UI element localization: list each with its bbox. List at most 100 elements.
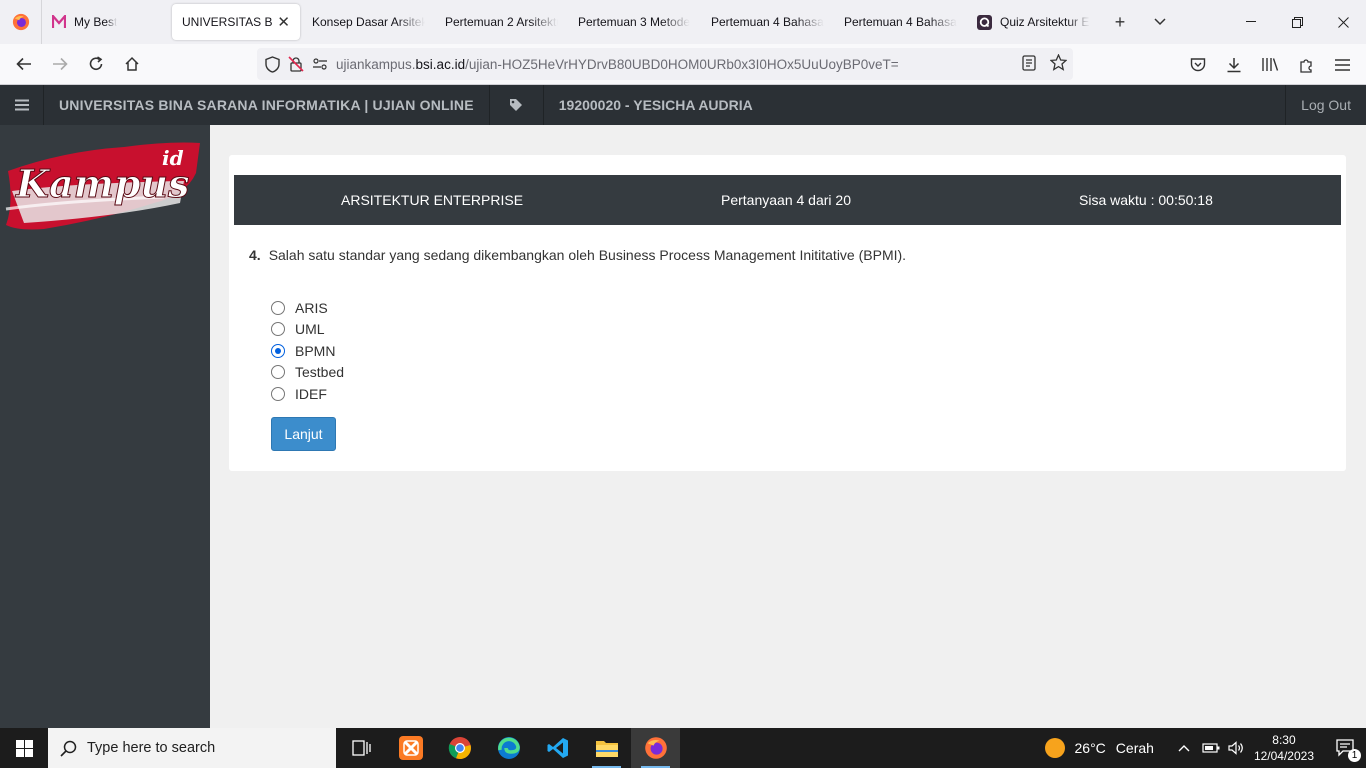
tab-label: Pertemuan 4 Bahasa (844, 15, 957, 29)
volume-icon[interactable] (1228, 741, 1244, 755)
radio-button[interactable] (271, 365, 285, 380)
forward-icon[interactable] (42, 48, 78, 80)
menu-hamburger-icon[interactable] (1324, 58, 1360, 71)
tab-pertemuan-3[interactable]: Pertemuan 3 Metode (568, 0, 701, 44)
option-label: BPMN (295, 342, 336, 359)
weather-desc: Cerah (1115, 740, 1154, 756)
url-text: ujiankampus.bsi.ac.id/ujian-HOZ5HeVrHYDr… (336, 57, 899, 72)
extensions-icon[interactable] (1288, 57, 1324, 73)
permissions-icon[interactable] (312, 58, 328, 70)
library-icon[interactable] (1252, 57, 1288, 72)
windows-start-icon[interactable] (0, 728, 48, 768)
new-tab-icon[interactable]: + (1100, 0, 1140, 44)
clock[interactable]: 8:30 12/04/2023 (1254, 732, 1314, 764)
firefox-taskbar-icon[interactable] (631, 728, 680, 768)
tab-label: My Best (74, 15, 118, 29)
windows-taskbar: Type here to search 26°C Cerah 8:30 12/0… (0, 728, 1366, 768)
tab-universitas-bina-sarana[interactable]: UNIVERSITAS BINA SARANA ✕ (172, 4, 300, 40)
tab-konsep-dasar[interactable]: Konsep Dasar Arsitektur (302, 0, 435, 44)
clock-time: 8:30 (1272, 733, 1296, 747)
firefox-icon (12, 13, 29, 31)
address-bar[interactable]: ujiankampus.bsi.ac.id/ujian-HOZ5HeVrHYDr… (257, 48, 1073, 80)
option-aris[interactable]: ARIS (271, 297, 344, 319)
option-label: UML (295, 321, 325, 338)
shield-icon[interactable] (265, 55, 280, 73)
mybest-icon (52, 15, 66, 29)
chrome-icon[interactable] (435, 728, 484, 768)
chevron-up-icon[interactable] (1178, 744, 1190, 752)
close-tab-icon[interactable]: ✕ (277, 13, 290, 31)
tab-quiz[interactable]: Quiz Arsitektur Enterprise (967, 0, 1100, 44)
insecure-lock-icon[interactable] (288, 56, 304, 72)
sidebar-toggle-icon[interactable] (0, 85, 44, 125)
tab-pertemuan-4b[interactable]: Pertemuan 4 Bahasa (834, 0, 967, 44)
time-remaining: Sisa waktu : 00:50:18 (1079, 192, 1213, 208)
tab-label: Pertemuan 4 Bahasa (711, 15, 824, 29)
navigation-toolbar: ujiankampus.bsi.ac.id/ujian-HOZ5HeVrHYDr… (0, 44, 1366, 85)
question-text: Salah satu standar yang sedang dikembang… (268, 247, 907, 263)
question-number: 4. (249, 247, 261, 263)
tab-my-best[interactable]: My Best (42, 0, 170, 44)
weather-widget[interactable]: 26°C Cerah (1044, 738, 1154, 758)
radio-button[interactable] (271, 300, 285, 315)
url-prefix: ujiankampus. (336, 56, 416, 72)
toolbar-right-icons (1180, 44, 1360, 85)
tab-label: Konsep Dasar Arsitektur (312, 15, 425, 29)
course-name: ARSITEKTUR ENTERPRISE (341, 192, 524, 208)
taskbar-search[interactable]: Type here to search (48, 728, 336, 768)
list-tabs-chevron-icon[interactable] (1140, 0, 1180, 44)
home-icon[interactable] (114, 48, 150, 80)
vscode-icon[interactable] (533, 728, 582, 768)
radio-button[interactable] (271, 322, 285, 337)
option-label: ARIS (295, 299, 328, 316)
next-button[interactable]: Lanjut (271, 417, 336, 451)
weather-temp: 26°C (1074, 740, 1106, 756)
logo-sup: id (162, 146, 184, 170)
urlbar-actions (1022, 48, 1068, 80)
reader-view-icon[interactable] (1022, 54, 1036, 74)
task-view-icon[interactable] (337, 728, 386, 768)
reload-icon[interactable] (78, 48, 114, 80)
search-icon (60, 740, 77, 757)
sun-icon (1044, 738, 1065, 758)
radio-button-selected[interactable] (271, 343, 285, 358)
tab-pertemuan-4a[interactable]: Pertemuan 4 Bahasa (701, 0, 834, 44)
notification-center-icon[interactable]: 1 (1326, 728, 1366, 768)
clock-date: 12/04/2023 (1253, 749, 1314, 763)
quiz-icon (977, 14, 992, 30)
tag-icon[interactable] (490, 85, 544, 125)
browser-tab-bar: My Best UNIVERSITAS BINA SARANA ✕ Konsep… (0, 0, 1366, 44)
sidebar: Kampus id (0, 125, 210, 728)
xampp-icon[interactable] (386, 728, 435, 768)
downloads-icon[interactable] (1216, 57, 1252, 73)
site-title: UNIVERSITAS BINA SARANA INFORMATIKA | UJ… (44, 85, 490, 125)
close-window-icon[interactable] (1320, 0, 1366, 44)
firefox-view-button[interactable] (0, 0, 42, 44)
option-uml[interactable]: UML (271, 319, 344, 341)
logout-link[interactable]: Log Out (1285, 85, 1366, 125)
minimize-icon[interactable] (1228, 0, 1274, 44)
radio-button[interactable] (271, 386, 285, 401)
system-tray: 26°C Cerah 8:30 12/04/2023 1 (1044, 728, 1366, 768)
option-idef[interactable]: IDEF (271, 383, 344, 405)
restore-icon[interactable] (1274, 0, 1320, 44)
tab-label: Quiz Arsitektur Enterprise (1000, 15, 1090, 29)
option-bpmn[interactable]: BPMN (271, 340, 344, 362)
option-label: IDEF (295, 385, 327, 402)
bookmark-star-icon[interactable] (1049, 53, 1068, 74)
option-testbed[interactable]: Testbed (271, 362, 344, 384)
edge-icon[interactable] (484, 728, 533, 768)
quiz-panel: ARSITEKTUR ENTERPRISE Pertanyaan 4 dari … (229, 155, 1346, 471)
window-controls (1228, 0, 1366, 44)
question-progress: Pertanyaan 4 dari 20 (721, 192, 851, 208)
tab-pertemuan-2[interactable]: Pertemuan 2 Arsitektur (435, 0, 568, 44)
pocket-icon[interactable] (1180, 57, 1216, 72)
file-explorer-icon[interactable] (582, 728, 631, 768)
search-placeholder: Type here to search (87, 740, 216, 756)
back-icon[interactable] (6, 48, 42, 80)
battery-icon[interactable] (1202, 742, 1220, 754)
question: 4. Salah satu standar yang sedang dikemba… (249, 247, 906, 263)
tab-label: Pertemuan 3 Metode (578, 15, 691, 29)
kampus-id-logo: Kampus id (5, 142, 200, 230)
user-name: 19200020 - YESICHA AUDRIA (558, 97, 753, 113)
